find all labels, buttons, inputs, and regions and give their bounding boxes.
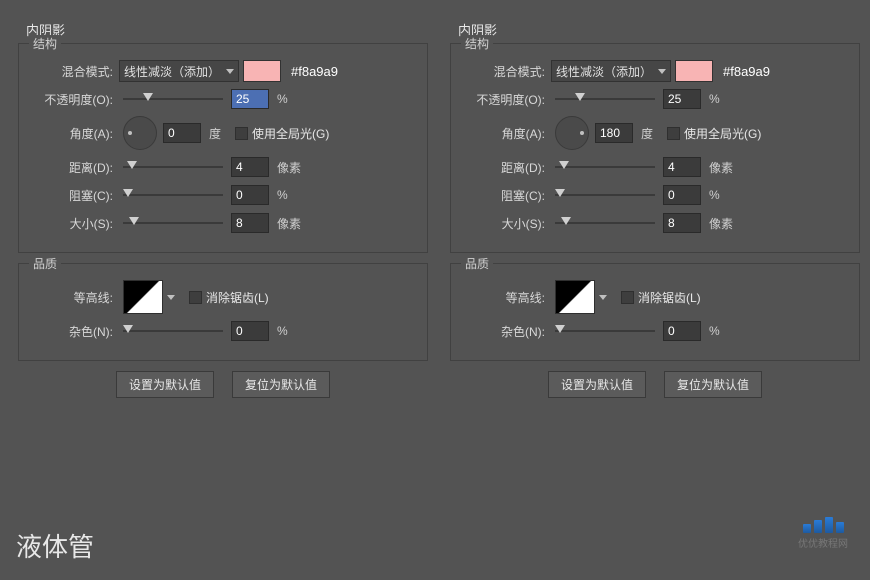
- noise-unit: %: [277, 324, 288, 338]
- distance-input[interactable]: 4: [663, 157, 701, 177]
- panel-title: 内阴影: [18, 20, 428, 39]
- inner-shadow-panel-right: 内阴影 结构 混合模式: 线性减淡（添加） #f8a9a9 不透明度(O): 2…: [450, 20, 860, 560]
- reset-default-button[interactable]: 复位为默认值: [232, 371, 330, 398]
- opacity-input[interactable]: 25: [231, 89, 269, 109]
- contour-picker[interactable]: [123, 280, 163, 314]
- noise-input[interactable]: 0: [663, 321, 701, 341]
- chevron-down-icon: [599, 295, 607, 300]
- angle-unit: 度: [209, 125, 221, 142]
- hex-code: #f8a9a9: [723, 64, 770, 79]
- opacity-label: 不透明度(O):: [29, 91, 119, 108]
- hex-code: #f8a9a9: [291, 64, 338, 79]
- structure-group-title: 结构: [461, 35, 493, 52]
- choke-unit: %: [709, 188, 720, 202]
- contour-picker[interactable]: [555, 280, 595, 314]
- watermark-text: 优优教程网: [798, 535, 848, 550]
- structure-group-title: 结构: [29, 35, 61, 52]
- angle-label: 角度(A):: [29, 125, 119, 142]
- size-input[interactable]: 8: [663, 213, 701, 233]
- angle-label: 角度(A):: [461, 125, 551, 142]
- antialias-checkbox[interactable]: [189, 291, 202, 304]
- size-slider[interactable]: [555, 213, 655, 233]
- structure-group: 结构 混合模式: 线性减淡（添加） #f8a9a9 不透明度(O): 25 % …: [18, 43, 428, 253]
- antialias-label: 消除锯齿(L): [638, 289, 701, 306]
- angle-dial[interactable]: [555, 116, 589, 150]
- blend-mode-label: 混合模式:: [461, 63, 551, 80]
- choke-input[interactable]: 0: [231, 185, 269, 205]
- opacity-label: 不透明度(O):: [461, 91, 551, 108]
- opacity-unit: %: [709, 92, 720, 106]
- distance-slider[interactable]: [123, 157, 223, 177]
- angle-unit: 度: [641, 125, 653, 142]
- quality-group-title: 品质: [461, 255, 493, 272]
- distance-label: 距离(D):: [461, 159, 551, 176]
- opacity-unit: %: [277, 92, 288, 106]
- color-swatch[interactable]: [243, 60, 281, 82]
- choke-input[interactable]: 0: [663, 185, 701, 205]
- size-slider[interactable]: [123, 213, 223, 233]
- distance-slider[interactable]: [555, 157, 655, 177]
- make-default-button[interactable]: 设置为默认值: [548, 371, 646, 398]
- choke-slider[interactable]: [123, 185, 223, 205]
- quality-group: 品质 等高线: 消除锯齿(L) 杂色(N): 0 %: [18, 263, 428, 361]
- angle-dial[interactable]: [123, 116, 157, 150]
- angle-input[interactable]: 0: [163, 123, 201, 143]
- contour-label: 等高线:: [29, 289, 119, 306]
- opacity-input[interactable]: 25: [663, 89, 701, 109]
- blend-mode-select[interactable]: 线性减淡（添加）: [551, 60, 671, 82]
- size-label: 大小(S):: [461, 215, 551, 232]
- quality-group: 品质 等高线: 消除锯齿(L) 杂色(N): 0 %: [450, 263, 860, 361]
- watermark: 优优教程网: [798, 517, 848, 550]
- opacity-slider[interactable]: [123, 89, 223, 109]
- size-unit: 像素: [709, 215, 733, 232]
- blend-mode-label: 混合模式:: [29, 63, 119, 80]
- reset-default-button[interactable]: 复位为默认值: [664, 371, 762, 398]
- noise-slider[interactable]: [555, 321, 655, 341]
- blend-mode-select[interactable]: 线性减淡（添加）: [119, 60, 239, 82]
- global-light-label: 使用全局光(G): [684, 125, 761, 142]
- size-label: 大小(S):: [29, 215, 119, 232]
- structure-group: 结构 混合模式: 线性减淡（添加） #f8a9a9 不透明度(O): 25 % …: [450, 43, 860, 253]
- noise-label: 杂色(N):: [461, 323, 551, 340]
- distance-unit: 像素: [709, 159, 733, 176]
- contour-label: 等高线:: [461, 289, 551, 306]
- global-light-label: 使用全局光(G): [252, 125, 329, 142]
- noise-input[interactable]: 0: [231, 321, 269, 341]
- quality-group-title: 品质: [29, 255, 61, 272]
- color-swatch[interactable]: [675, 60, 713, 82]
- choke-label: 阻塞(C):: [461, 187, 551, 204]
- watermark-logo: [803, 517, 844, 533]
- global-light-checkbox[interactable]: [667, 127, 680, 140]
- noise-unit: %: [709, 324, 720, 338]
- choke-label: 阻塞(C):: [29, 187, 119, 204]
- antialias-checkbox[interactable]: [621, 291, 634, 304]
- footer-caption: 液体管: [16, 527, 94, 564]
- noise-slider[interactable]: [123, 321, 223, 341]
- chevron-down-icon: [658, 69, 666, 74]
- choke-slider[interactable]: [555, 185, 655, 205]
- global-light-checkbox[interactable]: [235, 127, 248, 140]
- antialias-label: 消除锯齿(L): [206, 289, 269, 306]
- chevron-down-icon: [167, 295, 175, 300]
- make-default-button[interactable]: 设置为默认值: [116, 371, 214, 398]
- distance-unit: 像素: [277, 159, 301, 176]
- panel-title: 内阴影: [450, 20, 860, 39]
- angle-input[interactable]: 180: [595, 123, 633, 143]
- opacity-slider[interactable]: [555, 89, 655, 109]
- inner-shadow-panel-left: 内阴影 结构 混合模式: 线性减淡（添加） #f8a9a9 不透明度(O): 2…: [18, 20, 428, 560]
- choke-unit: %: [277, 188, 288, 202]
- size-unit: 像素: [277, 215, 301, 232]
- distance-label: 距离(D):: [29, 159, 119, 176]
- distance-input[interactable]: 4: [231, 157, 269, 177]
- noise-label: 杂色(N):: [29, 323, 119, 340]
- size-input[interactable]: 8: [231, 213, 269, 233]
- chevron-down-icon: [226, 69, 234, 74]
